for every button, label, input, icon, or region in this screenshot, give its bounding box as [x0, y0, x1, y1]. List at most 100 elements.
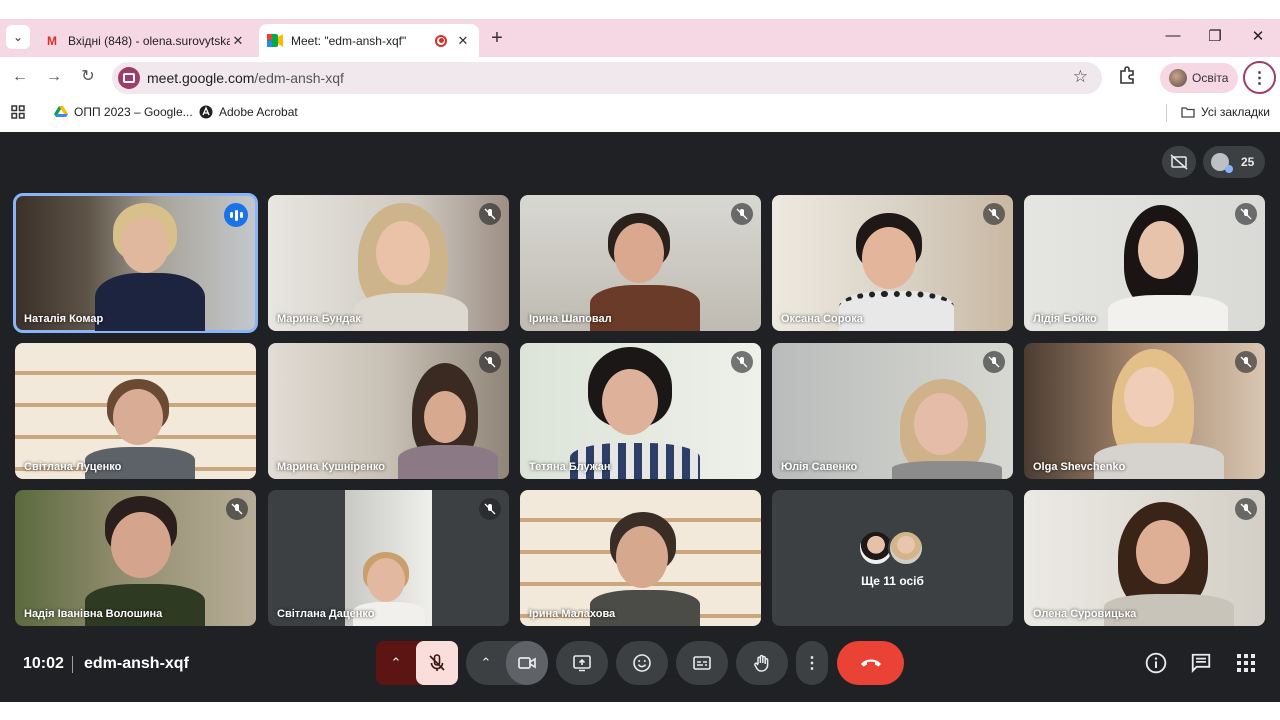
video-tile[interactable]: Марина Кушніренко [268, 343, 509, 479]
participant-name: Оксана Сорока [781, 313, 863, 325]
participant-name: Тетяна Блужан [529, 461, 611, 473]
participant-name: Марина Бундак [277, 313, 361, 325]
browser-toolbar: ← → ↻ meet.google.com/edm-ansh-xqf ☆ Осв… [0, 57, 1280, 98]
video-tile[interactable]: Лідія Бойко [1024, 195, 1265, 331]
google-drive-icon [54, 105, 68, 119]
participant-video [570, 347, 700, 479]
video-tile[interactable]: Тетяна Блужан [520, 343, 761, 479]
reload-button[interactable]: ↻ [77, 66, 99, 88]
close-tab-icon[interactable]: ✕ [455, 33, 471, 49]
reactions-button[interactable] [616, 641, 668, 685]
meet-icon [267, 34, 283, 48]
meeting-details-button[interactable] [1144, 651, 1168, 675]
speaking-indicator-icon [224, 203, 248, 227]
video-tile[interactable]: Марина Бундак [268, 195, 509, 331]
activities-button[interactable] [1234, 651, 1258, 675]
participant-video [398, 363, 498, 479]
video-tile[interactable]: Світлана Даценко [268, 490, 509, 626]
more-avatars [858, 530, 924, 566]
video-tile[interactable]: Надія Іванівна Волошина [15, 490, 256, 626]
raise-hand-button[interactable] [736, 641, 788, 685]
chat-button[interactable] [1189, 651, 1213, 675]
leave-call-button[interactable] [837, 641, 904, 685]
participant-name: Наталія Комар [24, 313, 104, 325]
video-tile[interactable]: Юлія Савенко [772, 343, 1013, 479]
tab-meet[interactable]: Meet: "edm-ansh-xqf" ✕ [259, 24, 479, 57]
bookmark-opp[interactable]: ОПП 2023 – Google... [54, 105, 193, 119]
bookmark-label: Adobe Acrobat [219, 105, 298, 119]
tab-title: Вхідні (848) - olena.surovytska@ [68, 33, 230, 48]
participant-video [348, 203, 468, 331]
participant-name: Ірина Малахова [529, 608, 616, 620]
video-tile[interactable]: Оксана Сорока [772, 195, 1013, 331]
more-participants-tile[interactable]: Ще 11 осіб [772, 490, 1013, 626]
avatar [888, 530, 924, 566]
more-participants-label: Ще 11 осіб [861, 574, 924, 588]
apps-grid-icon[interactable] [11, 105, 25, 122]
participant-name: Юлія Савенко [781, 461, 858, 473]
restore-button[interactable]: ❐ [1204, 27, 1226, 45]
tab-bar: ⌄ M Вхідні (848) - olena.surovytska@ ✕ M… [0, 19, 1280, 57]
mic-off-icon [1235, 498, 1257, 520]
recording-icon [435, 34, 447, 47]
more-options-button[interactable]: ⋮ [796, 641, 828, 685]
bookmark-acrobat[interactable]: Adobe Acrobat [199, 105, 298, 119]
site-info-icon[interactable] [118, 67, 140, 89]
bookmarks-divider [1166, 104, 1167, 122]
profile-label: Освіта [1192, 71, 1229, 85]
present-screen-button[interactable] [556, 641, 608, 685]
mic-off-icon [479, 203, 501, 225]
minimize-button[interactable]: — [1162, 27, 1184, 44]
end-call-icon [860, 659, 881, 667]
audio-options-button[interactable]: ⌃ [376, 655, 416, 671]
apps-grid-icon [1237, 654, 1255, 672]
url-text: meet.google.com/edm-ansh-xqf [147, 70, 344, 86]
mic-off-icon [226, 498, 248, 520]
participant-name: Olga Shevchenko [1033, 461, 1126, 473]
video-tile[interactable]: Ірина Малахова [520, 490, 761, 626]
participant-count: 25 [1241, 155, 1255, 169]
browser-menu-button[interactable]: ⋮ [1243, 61, 1276, 94]
forward-button[interactable]: → [43, 66, 65, 88]
video-tile[interactable]: Ірина Шаповал [520, 195, 761, 331]
present-icon [573, 655, 591, 672]
meet-stage: 25 Наталія Комар Марина Бундак Ірина Шап… [0, 132, 1280, 702]
camera-toggle-button[interactable] [506, 641, 548, 685]
participant-name: Лідія Бойко [1033, 313, 1097, 325]
participant-video [1094, 349, 1224, 479]
address-bar[interactable]: meet.google.com/edm-ansh-xqf ☆ [112, 62, 1102, 94]
profile-button[interactable]: Освіта [1160, 63, 1238, 93]
extensions-icon[interactable] [1117, 66, 1137, 86]
all-bookmarks-label: Усі закладки [1201, 105, 1271, 119]
closed-captions-icon [693, 656, 711, 670]
participant-video [95, 203, 205, 331]
participant-video [85, 496, 205, 626]
back-button[interactable]: ← [9, 66, 31, 88]
video-tile[interactable]: Olga Shevchenko [1024, 343, 1265, 479]
video-tile[interactable]: Світлана Луценко [15, 343, 256, 479]
chat-icon [1191, 653, 1211, 673]
info-icon [1145, 652, 1167, 674]
video-tile[interactable]: Наталія Комар [13, 193, 258, 333]
participant-video [1108, 205, 1228, 331]
tab-search-button[interactable]: ⌄ [6, 25, 30, 49]
video-options-button[interactable]: ⌃ [466, 655, 506, 671]
captions-button[interactable] [676, 641, 728, 685]
all-bookmarks-button[interactable]: Усі закладки [1181, 105, 1270, 119]
participant-name: Марина Кушніренко [277, 461, 385, 473]
video-tile[interactable]: Олена Суровицька [1024, 490, 1265, 626]
close-window-button[interactable]: ✕ [1247, 27, 1269, 45]
url-path: /edm-ansh-xqf [254, 70, 344, 86]
hand-icon [754, 654, 769, 672]
participants-button[interactable]: 25 [1203, 146, 1265, 178]
arrow-left-icon: ← [12, 68, 28, 85]
new-tab-button[interactable]: + [486, 27, 508, 50]
hidden-tiles-button[interactable] [1162, 146, 1196, 178]
close-tab-icon[interactable]: ✕ [230, 33, 246, 49]
arrow-right-icon: → [46, 68, 62, 85]
gmail-icon: M [47, 33, 57, 48]
avatar [1169, 69, 1187, 87]
tab-gmail[interactable]: M Вхідні (848) - olena.surovytska@ ✕ [36, 24, 254, 57]
microphone-toggle-button[interactable] [416, 641, 458, 685]
bookmark-star-icon[interactable]: ☆ [1073, 67, 1088, 87]
